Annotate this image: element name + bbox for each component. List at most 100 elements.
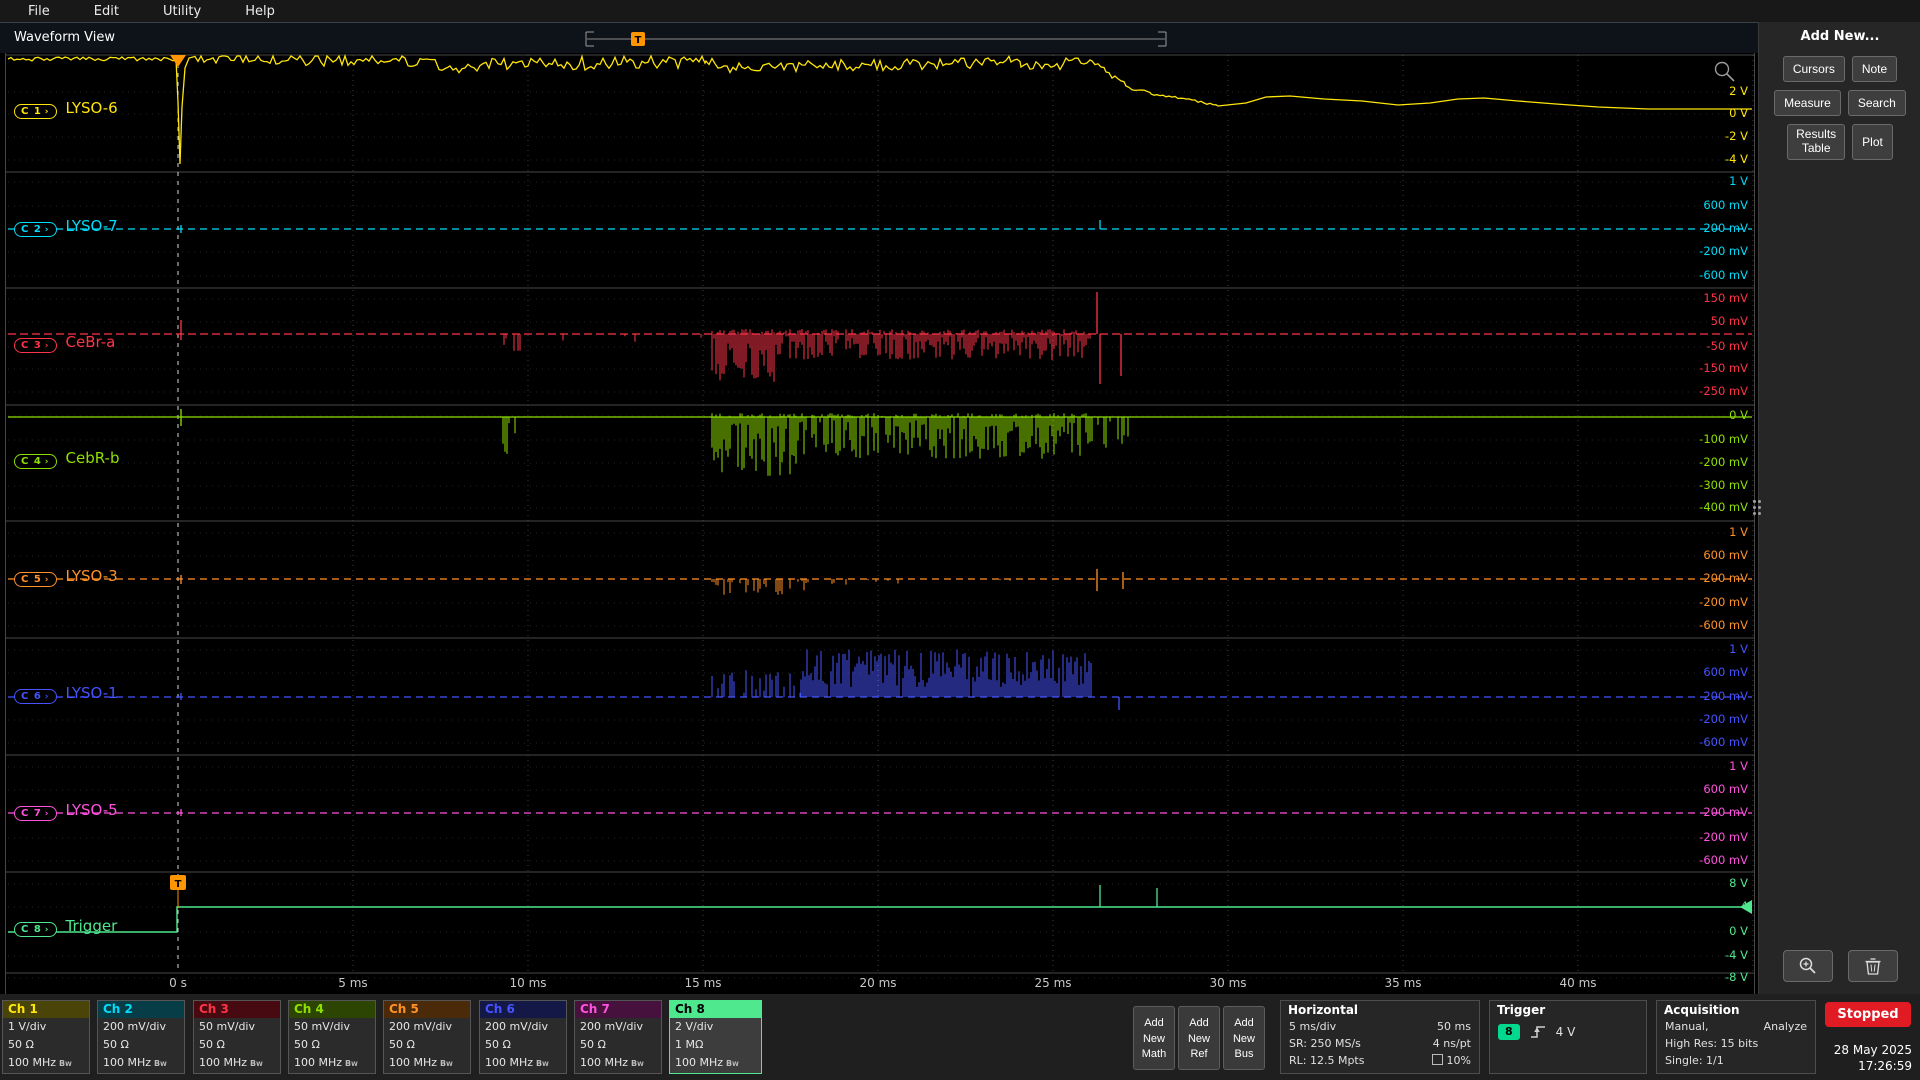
add-new-ref-button[interactable]: Add New Ref <box>1178 1006 1220 1070</box>
channel-badge-line: 2 V/div <box>675 1020 714 1033</box>
scale-label-ch7: -200 mV <box>1699 830 1748 844</box>
channel-badge-tag[interactable]: C 1 › <box>14 104 57 119</box>
menu-file[interactable]: File <box>12 4 66 19</box>
menu-help[interactable]: Help <box>229 4 291 19</box>
channel-badge-tag[interactable]: C 5 › <box>14 572 57 587</box>
channel-badge-ch8[interactable]: Ch 8 2 V/div 1 MΩ 100 MHz BW <box>669 1000 762 1074</box>
channel-badge-line: 50 Ω <box>103 1038 129 1051</box>
delete-button[interactable] <box>1847 950 1898 982</box>
scale-label-ch7: 200 mV <box>1703 805 1748 819</box>
channel-badge-ch7[interactable]: Ch 7 200 mV/div 50 Ω 100 MHz BW <box>574 1000 662 1074</box>
scale-label-ch4: -300 mV <box>1699 478 1748 492</box>
bandwidth-icon: BW <box>726 1059 739 1068</box>
channel-label-ch6[interactable]: C 6 › LYSO-1 <box>14 684 118 704</box>
run-status-badge[interactable]: Stopped <box>1825 1002 1911 1027</box>
menu-edit[interactable]: Edit <box>78 4 135 19</box>
channel-badge-line: 100 MHz BW <box>580 1056 644 1069</box>
channel-name: LYSO-3 <box>65 567 118 585</box>
scale-label-ch1: 0 V <box>1729 106 1748 120</box>
plot-button[interactable]: Plot <box>1852 124 1893 160</box>
channel-name: LYSO-6 <box>65 99 118 117</box>
scale-label-ch1: -2 V <box>1725 129 1748 143</box>
view-title: Waveform View <box>14 30 115 45</box>
channel-badge-ch2[interactable]: Ch 2 200 mV/div 50 Ω 100 MHz BW <box>97 1000 185 1074</box>
scale-label-ch4: -200 mV <box>1699 455 1748 469</box>
channel-badge-line: 100 MHz BW <box>199 1056 263 1069</box>
menu-utility[interactable]: Utility <box>147 4 217 19</box>
channel-badge-line: 100 MHz BW <box>675 1056 739 1069</box>
scale-label-ch1: -4 V <box>1725 152 1748 166</box>
add-new-math-button[interactable]: Add New Math <box>1133 1006 1175 1070</box>
scale-label-ch6: 600 mV <box>1703 665 1748 679</box>
channel-badge-header: Ch 2 <box>98 1001 184 1018</box>
record-view-bar[interactable]: T <box>585 23 1167 53</box>
record-view-graphic: T <box>585 31 1167 47</box>
zoom-button[interactable] <box>1782 950 1833 982</box>
menu-bar: File Edit Utility Help <box>0 0 1920 22</box>
trigger-title: Trigger <box>1497 1003 1546 1017</box>
channel-badge-line: 100 MHz BW <box>485 1056 549 1069</box>
waveform-canvas[interactable]: T <box>6 52 1754 994</box>
scale-label-ch1: 2 V <box>1729 84 1748 98</box>
panel-drag-handle[interactable] <box>1753 500 1761 515</box>
scale-label-ch7: 600 mV <box>1703 782 1748 796</box>
axis-label: 40 ms <box>1559 976 1597 990</box>
channel-badge-line: 200 mV/div <box>485 1020 548 1033</box>
channel-label-ch4[interactable]: C 4 › CebR-b <box>14 449 119 469</box>
scale-label-ch7: -600 mV <box>1699 853 1748 867</box>
channel-badge-header: Ch 4 <box>289 1001 375 1018</box>
channel-badge-line: 200 mV/div <box>580 1020 643 1033</box>
bandwidth-icon: BW <box>154 1059 167 1068</box>
channel-badge-ch6[interactable]: Ch 6 200 mV/div 50 Ω 100 MHz BW <box>479 1000 567 1074</box>
channel-label-ch3[interactable]: C 3 › CeBr-a <box>14 333 115 353</box>
channel-badge-ch3[interactable]: Ch 3 50 mV/div 50 Ω 100 MHz BW <box>193 1000 281 1074</box>
axis-label: 15 ms <box>684 976 722 990</box>
scale-label-ch6: -200 mV <box>1699 712 1748 726</box>
sample-rate: SR: 250 MS/s <box>1289 1037 1361 1050</box>
trash-icon <box>1865 958 1880 975</box>
scale-label-ch2: 600 mV <box>1703 198 1748 212</box>
channel-label-ch2[interactable]: C 2 › LYSO-7 <box>14 217 118 237</box>
channel-badge-tag[interactable]: C 6 › <box>14 689 57 704</box>
waveform-display[interactable]: T C 1 › LYSO-6 2 V 0 V -2 V -4 V C 2 › LYSO-7 1 V 6… <box>5 51 1755 995</box>
scale-label-ch8: 8 V <box>1729 876 1748 890</box>
scale-label-ch3: -250 mV <box>1699 384 1748 398</box>
channel-badge-tag[interactable]: C 4 › <box>14 454 57 469</box>
bandwidth-icon: BW <box>536 1059 549 1068</box>
channel-badge-tag[interactable]: C 7 › <box>14 806 57 821</box>
note-button[interactable]: Note <box>1851 56 1898 82</box>
search-button[interactable]: Search <box>1847 90 1906 116</box>
channel-badge-ch4[interactable]: Ch 4 50 mV/div 50 Ω 100 MHz BW <box>288 1000 376 1074</box>
acquisition-resolution: High Res: 15 bits <box>1665 1037 1759 1050</box>
time-text: 17:26:59 <box>1858 1059 1912 1073</box>
scale-label-ch3: -150 mV <box>1699 361 1748 375</box>
add-new-bus-button[interactable]: Add New Bus <box>1223 1006 1265 1070</box>
channel-name: CebR-b <box>65 449 120 467</box>
channel-badge-header: Ch 8 <box>670 1001 761 1018</box>
scale-label-ch4: 0 V <box>1729 408 1748 422</box>
axis-label: 25 ms <box>1034 976 1072 990</box>
channel-label-ch7[interactable]: C 7 › LYSO-5 <box>14 801 118 821</box>
axis-label: 30 ms <box>1209 976 1247 990</box>
channel-badge-ch5[interactable]: Ch 5 200 mV/div 50 Ω 100 MHz BW <box>383 1000 471 1074</box>
channel-badge-tag[interactable]: C 3 › <box>14 338 57 353</box>
trigger-panel[interactable]: Trigger 8 4 V <box>1489 1000 1647 1074</box>
channel-label-ch8[interactable]: C 8 › Trigger <box>14 917 117 937</box>
acquisition-panel[interactable]: Acquisition Manual, Analyze High Res: 15 … <box>1656 1000 1816 1074</box>
measure-button[interactable]: Measure <box>1774 90 1841 116</box>
channel-badge-ch1[interactable]: Ch 1 1 V/div 50 Ω 100 MHz BW <box>2 1000 90 1074</box>
scale-label-ch5: 200 mV <box>1703 571 1748 585</box>
horizontal-scale: 5 ms/div <box>1289 1020 1337 1033</box>
channel-name: Trigger <box>65 917 118 935</box>
scale-label-ch8: 0 V <box>1729 924 1748 938</box>
cursors-button[interactable]: Cursors <box>1782 56 1845 82</box>
channel-badge-tag[interactable]: C 2 › <box>14 222 57 237</box>
channel-label-ch1[interactable]: C 1 › LYSO-6 <box>14 99 118 119</box>
channel-name: LYSO-7 <box>65 217 118 235</box>
datetime: 28 May 2025 17:26:59 <box>1795 1042 1912 1074</box>
channel-label-ch5[interactable]: C 5 › LYSO-3 <box>14 567 118 587</box>
horizontal-panel[interactable]: Horizontal 5 ms/div 50 ms SR: 250 MS/s 4 n… <box>1280 1000 1480 1074</box>
bandwidth-icon: BW <box>345 1059 358 1068</box>
results-table-button[interactable]: Results Table <box>1787 124 1846 160</box>
channel-badge-tag[interactable]: C 8 › <box>14 922 57 937</box>
